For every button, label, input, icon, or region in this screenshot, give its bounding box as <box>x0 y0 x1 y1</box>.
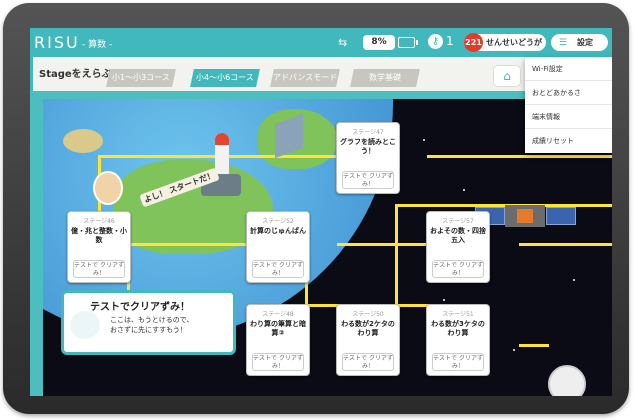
cleared-tooltip: テストでクリアずみ！ ここは、もうとけるので、 おさずに先にすすもう！ <box>61 290 236 355</box>
track-line <box>98 155 368 158</box>
app-logo: RISU <box>34 33 80 52</box>
stage-name: およその数・四捨五入 <box>430 227 486 244</box>
stage-name: わり算の筆算と暗算② <box>250 320 306 337</box>
stage-name: わる数が3ケタのわり算 <box>431 320 485 337</box>
cleared-button[interactable]: テストで クリアずみ！ <box>252 353 304 371</box>
stage-card-46[interactable]: ステージ46 億・兆と整数・小数 テストで クリアずみ！ <box>67 211 131 283</box>
stage-number: ステージ51 <box>442 311 474 318</box>
satellite-illustration <box>505 205 545 227</box>
star <box>463 189 465 191</box>
battery-icon <box>398 37 418 48</box>
menu-item-sound-brightness[interactable]: おとどあかるさ <box>525 82 612 105</box>
stage-card-52[interactable]: ステージ52 計算のじゅんばん テストで クリアずみ！ <box>246 211 310 283</box>
settings-label: 設定 <box>577 38 593 47</box>
stage-name: グラフを読みとこう！ <box>340 138 396 155</box>
top-bar: RISU - 算数 - ⇆ 8% ⚷ 1 221 せんせいどうが ☰ 設定 <box>30 28 612 57</box>
tab-label: 数学基礎 <box>369 73 401 82</box>
astronaut-monkey-illustration <box>93 171 123 205</box>
home-icon: ⌂ <box>503 69 511 83</box>
menu-item-wifi[interactable]: Wi-Fi設定 <box>525 58 612 81</box>
menu-item-device-info[interactable]: 端末情報 <box>525 106 612 129</box>
sand-patch <box>63 129 103 153</box>
tab-grade4-6[interactable]: 小4〜小6コース <box>190 69 260 87</box>
stage-number: ステージ50 <box>352 311 384 318</box>
cleared-button[interactable]: テストで クリアずみ！ <box>252 260 304 278</box>
astronaut-illustration <box>548 365 586 396</box>
tab-label: アドバンスモード <box>272 73 338 82</box>
tooltip-line: おさずに先にすすもう！ <box>110 326 187 334</box>
stage-card-51[interactable]: ステージ51 わる数が3ケタのわり算 テストで クリアずみ！ <box>426 304 490 376</box>
menu-item-reset-scores[interactable]: 成績リセット <box>525 130 612 153</box>
stage-number: ステージ48 <box>262 311 294 318</box>
star <box>573 279 575 281</box>
stage-card-47[interactable]: ステージ47 グラフを読みとこう！ テストで クリアずみ！ <box>336 122 400 194</box>
track-line <box>427 155 612 158</box>
satellite-core <box>517 209 533 223</box>
header-accent <box>30 57 33 91</box>
stage-name: わる数が2ケタのわり算 <box>341 320 395 337</box>
page-title: Stageをえらぶ <box>39 69 112 80</box>
tooltip-body: ここは、もうとけるので、 おさずに先にすすもう！ <box>110 315 194 335</box>
stage-card-50[interactable]: ステージ50 わる数が2ケタのわり算 テストで クリアずみ！ <box>336 304 400 376</box>
cleared-button[interactable]: テストで クリアずみ！ <box>342 171 394 189</box>
settings-dropdown: Wi-Fi設定 おとどあかるさ 端末情報 成績リセット <box>525 58 612 153</box>
stage-number: ステージ57 <box>442 218 474 225</box>
stage-number: ステージ52 <box>262 218 294 225</box>
track-line <box>519 243 612 246</box>
tab-math-basics[interactable]: 数学基礎 <box>350 69 420 87</box>
home-button[interactable]: ⌂ <box>493 65 521 87</box>
key-icon: ⚷ <box>428 34 443 49</box>
menu-icon: ☰ <box>559 38 568 48</box>
notification-badge: 221 <box>464 33 483 52</box>
teacher-video-label: せんせいどうが <box>486 38 542 47</box>
stage-number: ステージ47 <box>352 129 384 136</box>
star <box>423 139 425 141</box>
stage-name: 億・兆と整数・小数 <box>71 227 127 244</box>
hand-pointer-icon <box>70 311 100 339</box>
settings-button[interactable]: ☰ 設定 <box>551 34 608 51</box>
track-line <box>519 344 549 347</box>
stage-number: ステージ46 <box>83 218 115 225</box>
tab-label: 小1〜小3コース <box>112 73 170 82</box>
stage-name: 計算のじゅんばん <box>250 227 306 235</box>
cleared-button[interactable]: テストで クリアずみ！ <box>342 353 394 371</box>
tab-grade1-3[interactable]: 小1〜小3コース <box>106 69 176 87</box>
stage-card-57[interactable]: ステージ57 およその数・四捨五入 テストで クリアずみ！ <box>426 211 490 283</box>
battery-percent: 8% <box>363 35 395 50</box>
subject-label: - 算数 - <box>82 40 113 50</box>
stage-card-48[interactable]: ステージ48 わり算の筆算と暗算② テストで クリアずみ！ <box>246 304 310 376</box>
tooltip-title: テストでクリアずみ！ <box>90 302 190 313</box>
teacher-video-button[interactable]: 221 せんせいどうが <box>464 33 546 52</box>
tablet-frame: RISU - 算数 - ⇆ 8% ⚷ 1 221 せんせいどうが ☰ 設定 St… <box>3 3 629 414</box>
star <box>513 349 515 351</box>
app-screen: RISU - 算数 - ⇆ 8% ⚷ 1 221 せんせいどうが ☰ 設定 St… <box>30 28 612 396</box>
tab-label: 小4〜小6コース <box>196 73 254 82</box>
tooltip-line: ここは、もうとけるので、 <box>110 316 194 324</box>
key-count: 1 <box>446 34 454 48</box>
star <box>443 299 445 301</box>
cleared-button[interactable]: テストで クリアずみ！ <box>432 260 484 278</box>
tab-advanced-mode[interactable]: アドバンスモード <box>270 69 340 87</box>
solar-panel <box>546 207 576 225</box>
cleared-button[interactable]: テストで クリアずみ！ <box>73 260 125 278</box>
usb-icon: ⇆ <box>338 36 348 49</box>
cleared-button[interactable]: テストで クリアずみ！ <box>432 353 484 371</box>
